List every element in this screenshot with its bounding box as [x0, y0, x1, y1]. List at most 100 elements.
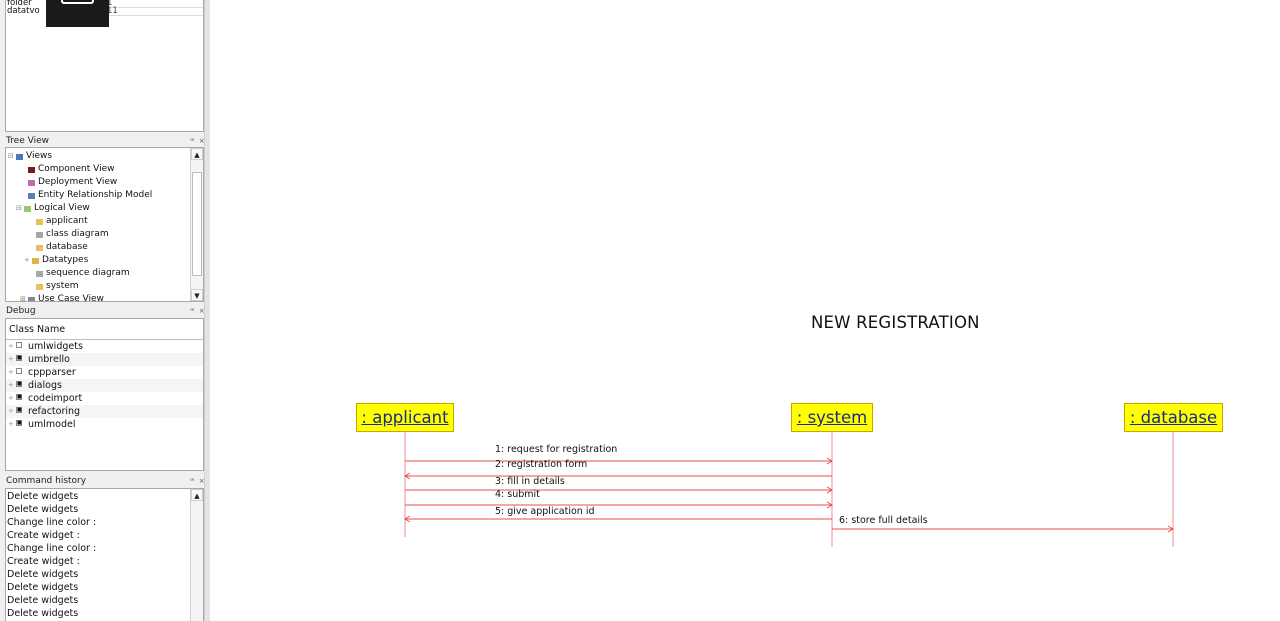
message-label-2[interactable]: 2: registration form: [495, 459, 587, 470]
debug-checkbox[interactable]: ■: [16, 380, 22, 387]
lifeline-database[interactable]: : database: [1124, 403, 1223, 432]
class-icon: [36, 218, 43, 225]
tree-item[interactable]: Entity Relationship Model: [20, 189, 152, 202]
debug-class-row[interactable]: + cppparser: [6, 366, 203, 379]
command-history-item[interactable]: Create widget :: [7, 555, 80, 568]
lifeline-system[interactable]: : system: [791, 403, 873, 432]
prop-value-datatype[interactable]: 11: [107, 7, 203, 16]
command-history-item[interactable]: Delete widgets: [7, 568, 78, 581]
sequence-diagram-lines: [404, 432, 1174, 547]
column-header-class-name[interactable]: Class Name: [6, 319, 203, 340]
debug-panel: Class Name + umlwidgets + ■ umbrello + cpppars…: [5, 318, 204, 471]
debug-class-row[interactable]: + ■ refactoring: [6, 405, 203, 418]
tree-expander-icon[interactable]: ⊟: [8, 150, 15, 163]
tree-item[interactable]: ⊞ Use Case View: [20, 293, 104, 302]
expand-icon[interactable]: +: [8, 379, 14, 392]
expand-icon[interactable]: +: [8, 392, 14, 405]
debug-checkbox[interactable]: ■: [16, 406, 22, 413]
expand-icon[interactable]: +: [8, 353, 14, 366]
component-view-icon: [28, 166, 35, 173]
tree-item-label: applicant: [46, 216, 88, 226]
tree-item[interactable]: sequence diagram: [28, 267, 130, 280]
tree-item[interactable]: database: [28, 241, 88, 254]
tree-item-label: system: [46, 281, 79, 291]
debug-checkbox[interactable]: [16, 341, 22, 348]
tree-item[interactable]: system: [28, 280, 79, 293]
command-history-item[interactable]: Delete widgets: [7, 594, 78, 607]
lifeline-database-label: : database: [1129, 408, 1218, 427]
tree-view: ⊟ Views Component View Deployment View Entit…: [5, 147, 204, 302]
debug-class-label: umlmodel: [28, 419, 76, 430]
left-dock: folder 1 datatvo 11 Tree View ꟹ × ⊟ Views…: [0, 0, 210, 621]
command-history-item[interactable]: Create widget :: [7, 529, 80, 542]
tree-item-label: Use Case View: [38, 294, 104, 302]
tree-item-label: Component View: [38, 164, 115, 174]
tree-item[interactable]: applicant: [28, 215, 88, 228]
command-history-item[interactable]: Change line color :: [7, 542, 96, 555]
message-label-1[interactable]: 1: request for registration: [495, 444, 617, 455]
tree-expander-icon[interactable]: ⊟: [16, 202, 23, 215]
er-model-icon: [28, 192, 35, 199]
tree-scrollbar[interactable]: ▲ ▼: [190, 148, 203, 301]
scroll-up-icon[interactable]: ▲: [191, 148, 203, 160]
debug-checkbox[interactable]: ■: [16, 419, 22, 426]
debug-class-row[interactable]: + ■ dialogs: [6, 379, 203, 392]
tree-item[interactable]: + Datatypes: [24, 254, 88, 267]
message-arrow-6[interactable]: [832, 525, 1174, 533]
class-icon: [36, 283, 43, 290]
expand-icon[interactable]: +: [8, 366, 14, 379]
command-history-item[interactable]: Delete widgets: [7, 503, 78, 516]
debug-class-row[interactable]: + ■ umlmodel: [6, 418, 203, 431]
command-history-title: Command history: [6, 476, 87, 486]
debug-checkbox[interactable]: ■: [16, 354, 22, 361]
debug-dock-buttons[interactable]: ꟹ ×: [190, 305, 206, 318]
command-history-scrollbar[interactable]: ▲: [190, 489, 203, 621]
tree-expander-icon[interactable]: +: [24, 254, 31, 267]
prop-label-datatype: datatvo: [7, 6, 40, 16]
message-label-4[interactable]: 4: submit: [495, 489, 540, 500]
debug-class-row[interactable]: + ■ umbrello: [6, 353, 203, 366]
diagram-canvas[interactable]: NEW REGISTRATION : applicant : system : …: [211, 0, 1280, 621]
tree-item-label: Views: [26, 151, 53, 161]
command-history-item[interactable]: Change line color :: [7, 516, 96, 529]
expand-icon[interactable]: +: [8, 405, 14, 418]
message-arrow-2[interactable]: [404, 472, 832, 480]
debug-class-label: umbrello: [28, 354, 70, 365]
tree-item-label: Entity Relationship Model: [38, 190, 153, 200]
message-arrow-3[interactable]: [405, 486, 833, 494]
command-history-item[interactable]: Delete widgets: [7, 490, 78, 503]
message-label-5[interactable]: 5: give application id: [495, 506, 595, 517]
command-history-list: Delete widgets Delete widgets Change line …: [5, 488, 204, 621]
message-arrow-4[interactable]: [405, 501, 833, 509]
expand-icon[interactable]: +: [8, 418, 14, 431]
debug-checkbox[interactable]: ■: [16, 393, 22, 400]
preview-frame-icon: [61, 0, 94, 4]
debug-class-label: refactoring: [28, 406, 81, 417]
message-label-3[interactable]: 3: fill in details: [495, 476, 565, 487]
message-label-6[interactable]: 6: store full details: [839, 515, 928, 526]
tree-item[interactable]: class diagram: [28, 228, 109, 241]
scroll-up-icon[interactable]: ▲: [191, 489, 203, 501]
message-arrow-5[interactable]: [404, 515, 832, 523]
debug-checkbox[interactable]: [16, 367, 22, 374]
scroll-down-icon[interactable]: ▼: [191, 289, 203, 301]
properties-panel: folder 1 datatvo 11: [5, 0, 204, 132]
tree-expander-icon[interactable]: ⊞: [20, 293, 27, 301]
command-history-dock-buttons[interactable]: ꟹ ×: [190, 475, 206, 488]
debug-class-row[interactable]: + ■ codeimport: [6, 392, 203, 405]
message-arrow-1[interactable]: [405, 457, 833, 465]
command-history-item[interactable]: Delete widgets: [7, 607, 78, 620]
tree-item[interactable]: Component View: [20, 163, 114, 176]
expand-icon[interactable]: +: [8, 340, 14, 353]
preview-thumbnail: [46, 0, 109, 27]
tree-item[interactable]: ⊟ Logical View: [16, 202, 90, 215]
scrollbar-thumb[interactable]: [192, 172, 202, 276]
debug-class-label: codeimport: [28, 393, 83, 404]
debug-class-row[interactable]: + umlwidgets: [6, 340, 203, 353]
tree-item[interactable]: Deployment View: [20, 176, 117, 189]
debug-class-label: dialogs: [28, 380, 62, 391]
command-history-item[interactable]: Delete widgets: [7, 581, 78, 594]
lifeline-applicant-label: : applicant: [361, 408, 449, 427]
tree-item[interactable]: ⊟ Views: [8, 150, 52, 163]
lifeline-applicant[interactable]: : applicant: [356, 403, 454, 432]
